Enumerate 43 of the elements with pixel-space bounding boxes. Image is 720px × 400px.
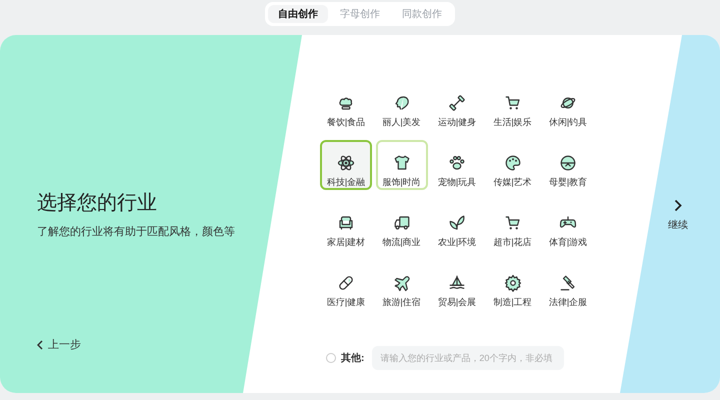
- industry-option[interactable]: 休闲|钓具: [542, 80, 594, 130]
- input-field[interactable]: 请输入您的行业或产品，20个字内，非必填: [372, 346, 564, 370]
- industry-option[interactable]: 贸易|会展: [431, 260, 483, 310]
- leaf-icon: [448, 214, 466, 232]
- industry-option[interactable]: 物流|商业: [376, 200, 428, 250]
- tab[interactable]: 自由创作: [268, 5, 328, 23]
- industry-option[interactable]: 旅游|住宿: [376, 260, 428, 310]
- gear-icon: [504, 274, 522, 292]
- industry-option[interactable]: 服饰|时尚: [376, 140, 428, 190]
- chevron-left-icon: [37, 340, 43, 350]
- palette-icon: [504, 154, 522, 172]
- industry-option[interactable]: 餐饮|食品: [320, 80, 372, 130]
- industry-option[interactable]: 传媒|艺术: [486, 140, 538, 190]
- t-shirt-icon: [392, 154, 410, 172]
- other-label: 其他:: [341, 352, 364, 366]
- continue-button[interactable]: 继续: [666, 199, 690, 233]
- industry-option[interactable]: 生活|娱乐: [486, 80, 538, 130]
- industry-option[interactable]: 制造|工程: [486, 260, 538, 310]
- page-subtitle: 了解您的行业将有助于匹配风格，颜色等: [37, 224, 236, 240]
- chevron-right-icon: [674, 199, 682, 212]
- industry-option[interactable]: 丽人|美发: [376, 80, 428, 130]
- industry-option[interactable]: 母婴|教育: [542, 140, 594, 190]
- page-title: 选择您的行业: [37, 191, 158, 216]
- industry-option[interactable]: 宠物|玩具: [431, 140, 483, 190]
- industry-option[interactable]: 农业|环境: [431, 200, 483, 250]
- industry-option[interactable]: 超市|花店: [486, 200, 538, 250]
- airplane-icon: [392, 274, 410, 292]
- paw-icon: [448, 154, 466, 172]
- sailboat-icon: [448, 274, 466, 292]
- truck-icon: [392, 214, 410, 232]
- dumbbell-icon: [448, 94, 466, 112]
- back-link[interactable]: 上一步: [37, 336, 81, 353]
- industry-option[interactable]: 医疗|健康: [320, 260, 372, 310]
- industry-option[interactable]: 家居|建材: [320, 200, 372, 250]
- radio-button[interactable]: [326, 353, 336, 363]
- armchair-icon: [337, 214, 355, 232]
- industry-option[interactable]: 运动|健身: [431, 80, 483, 130]
- industry-option[interactable]: 科技|金融: [320, 140, 372, 190]
- shopping-cart-icon: [504, 94, 522, 112]
- atom-icon: [337, 154, 355, 172]
- industry-option[interactable]: 法律|企服: [542, 260, 594, 310]
- industry-option[interactable]: 体育|游戏: [542, 200, 594, 250]
- shopping-cart-icon: [504, 214, 522, 232]
